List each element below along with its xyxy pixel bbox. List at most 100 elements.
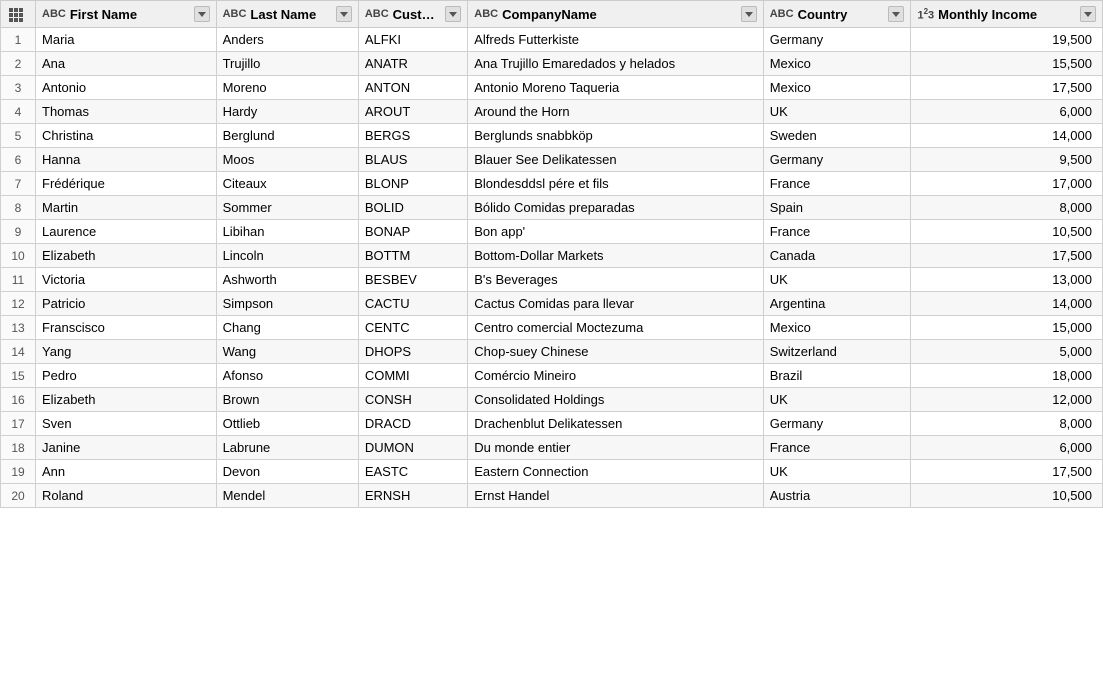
chevron-down-icon xyxy=(745,12,753,17)
column-header-cn: ABCCompanyName xyxy=(468,1,763,28)
row-number: 14 xyxy=(1,340,36,364)
row-number: 16 xyxy=(1,388,36,412)
cell-customer-id: AROUT xyxy=(358,100,467,124)
filter-button-mi[interactable] xyxy=(1080,6,1096,22)
cell-last-name: Sommer xyxy=(216,196,358,220)
row-number: 2 xyxy=(1,52,36,76)
table-row: 10ElizabethLincolnBOTTMBottom-Dollar Mar… xyxy=(1,244,1103,268)
cell-customer-id: BOTTM xyxy=(358,244,467,268)
cell-monthly-income: 9,500 xyxy=(911,148,1103,172)
column-label-fn: First Name xyxy=(70,7,190,22)
num-type-icon: 123 xyxy=(917,7,934,22)
cell-last-name: Chang xyxy=(216,316,358,340)
cell-monthly-income: 15,500 xyxy=(911,52,1103,76)
cell-monthly-income: 17,500 xyxy=(911,460,1103,484)
cell-last-name: Berglund xyxy=(216,124,358,148)
row-number: 20 xyxy=(1,484,36,508)
cell-last-name: Hardy xyxy=(216,100,358,124)
chevron-down-icon xyxy=(340,12,348,17)
cell-first-name: Sven xyxy=(36,412,217,436)
cell-monthly-income: 6,000 xyxy=(911,436,1103,460)
filter-button-fn[interactable] xyxy=(194,6,210,22)
table-row: 16ElizabethBrownCONSHConsolidated Holdin… xyxy=(1,388,1103,412)
cell-country: UK xyxy=(763,460,911,484)
row-number: 8 xyxy=(1,196,36,220)
cell-monthly-income: 15,000 xyxy=(911,316,1103,340)
column-header-co: ABCCountry xyxy=(763,1,911,28)
row-number: 6 xyxy=(1,148,36,172)
cell-company-name: Berglunds snabbköp xyxy=(468,124,763,148)
column-label-ln: Last Name xyxy=(250,7,331,22)
cell-country: Canada xyxy=(763,244,911,268)
cell-customer-id: DRACD xyxy=(358,412,467,436)
column-header-mi: 123Monthly Income xyxy=(911,1,1103,28)
cell-company-name: Chop-suey Chinese xyxy=(468,340,763,364)
filter-button-cn[interactable] xyxy=(741,6,757,22)
cell-first-name: Victoria xyxy=(36,268,217,292)
cell-country: Austria xyxy=(763,484,911,508)
table-row: 9LaurenceLibihanBONAPBon app'France10,50… xyxy=(1,220,1103,244)
chevron-down-icon xyxy=(1084,12,1092,17)
filter-button-cid[interactable] xyxy=(445,6,461,22)
cell-last-name: Simpson xyxy=(216,292,358,316)
filter-button-ln[interactable] xyxy=(336,6,352,22)
cell-monthly-income: 8,000 xyxy=(911,196,1103,220)
row-number: 13 xyxy=(1,316,36,340)
cell-monthly-income: 14,000 xyxy=(911,292,1103,316)
cell-first-name: Pedro xyxy=(36,364,217,388)
cell-country: Mexico xyxy=(763,76,911,100)
cell-country: Mexico xyxy=(763,316,911,340)
cell-first-name: Antonio xyxy=(36,76,217,100)
cell-company-name: Blondesddsl pére et fils xyxy=(468,172,763,196)
cell-monthly-income: 6,000 xyxy=(911,100,1103,124)
column-label-co: Country xyxy=(798,7,885,22)
table-row: 1MariaAndersALFKIAlfreds FutterkisteGerm… xyxy=(1,28,1103,52)
cell-country: Brazil xyxy=(763,364,911,388)
table-row: 11VictoriaAshworthBESBEVB's BeveragesUK1… xyxy=(1,268,1103,292)
cell-company-name: Du monde entier xyxy=(468,436,763,460)
cell-country: Sweden xyxy=(763,124,911,148)
cell-first-name: Maria xyxy=(36,28,217,52)
table-row: 3AntonioMorenoANTONAntonio Moreno Taquer… xyxy=(1,76,1103,100)
cell-company-name: Around the Horn xyxy=(468,100,763,124)
chevron-down-icon xyxy=(892,12,900,17)
cell-company-name: Eastern Connection xyxy=(468,460,763,484)
cell-country: UK xyxy=(763,100,911,124)
cell-first-name: Frédérique xyxy=(36,172,217,196)
row-number: 9 xyxy=(1,220,36,244)
cell-first-name: Thomas xyxy=(36,100,217,124)
table-row: 20RolandMendelERNSHErnst HandelAustria10… xyxy=(1,484,1103,508)
cell-monthly-income: 18,000 xyxy=(911,364,1103,388)
cell-country: Germany xyxy=(763,28,911,52)
row-number: 12 xyxy=(1,292,36,316)
cell-last-name: Ottlieb xyxy=(216,412,358,436)
cell-company-name: Bottom-Dollar Markets xyxy=(468,244,763,268)
table-row: 14YangWangDHOPSChop-suey ChineseSwitzerl… xyxy=(1,340,1103,364)
cell-last-name: Libihan xyxy=(216,220,358,244)
cell-customer-id: DUMON xyxy=(358,436,467,460)
grid-icon xyxy=(9,6,27,22)
cell-last-name: Afonso xyxy=(216,364,358,388)
cell-customer-id: CONSH xyxy=(358,388,467,412)
cell-customer-id: BLAUS xyxy=(358,148,467,172)
cell-last-name: Anders xyxy=(216,28,358,52)
cell-first-name: Patricio xyxy=(36,292,217,316)
table-row: 12PatricioSimpsonCACTUCactus Comidas par… xyxy=(1,292,1103,316)
cell-country: UK xyxy=(763,268,911,292)
cell-monthly-income: 17,500 xyxy=(911,76,1103,100)
table-row: 15PedroAfonsoCOMMIComércio MineiroBrazil… xyxy=(1,364,1103,388)
cell-monthly-income: 19,500 xyxy=(911,28,1103,52)
abc-icon: ABC xyxy=(365,8,389,20)
cell-customer-id: CENTC xyxy=(358,316,467,340)
cell-monthly-income: 12,000 xyxy=(911,388,1103,412)
cell-customer-id: ALFKI xyxy=(358,28,467,52)
cell-customer-id: BONAP xyxy=(358,220,467,244)
cell-customer-id: COMMI xyxy=(358,364,467,388)
row-number: 15 xyxy=(1,364,36,388)
cell-first-name: Ann xyxy=(36,460,217,484)
table-row: 13FransciscoChangCENTCCentro comercial M… xyxy=(1,316,1103,340)
cell-customer-id: ANTON xyxy=(358,76,467,100)
row-number: 11 xyxy=(1,268,36,292)
filter-button-co[interactable] xyxy=(888,6,904,22)
abc-icon: ABC xyxy=(223,8,247,20)
